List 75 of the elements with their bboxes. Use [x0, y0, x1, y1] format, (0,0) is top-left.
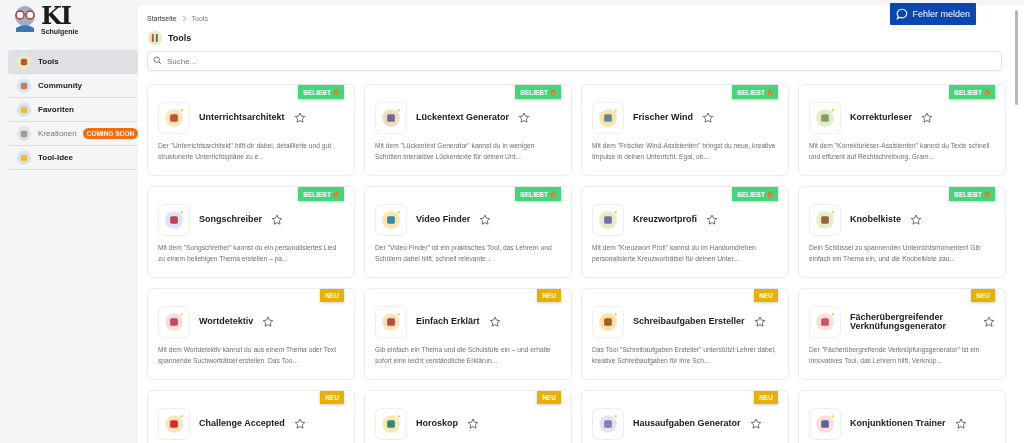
tool-icon	[163, 311, 185, 333]
tool-icon	[380, 107, 402, 129]
tool-icon	[597, 209, 619, 231]
sidebar-item[interactable]: Tools	[8, 50, 138, 74]
tool-title: Wortdetektiv	[199, 317, 254, 327]
tool-icon	[597, 107, 619, 129]
tool-icon	[380, 413, 402, 435]
nav-icon	[16, 125, 32, 142]
chevron-icon	[181, 15, 187, 22]
flame-icon	[550, 190, 556, 198]
tool-title: Challenge Accepted	[199, 419, 285, 429]
star-icon[interactable]	[910, 214, 922, 226]
flame-icon	[767, 190, 773, 198]
tool-title: Unterrichtsarchitekt	[199, 113, 285, 123]
search-field[interactable]: Suche...	[147, 51, 1002, 71]
tool-title: Knobelkiste	[850, 215, 901, 225]
tool-title: Songschreiber	[199, 215, 263, 225]
tool-icon	[814, 311, 836, 333]
tool-title: Kreuzwortprofi	[633, 215, 697, 225]
tool-title: Horoskop	[416, 419, 458, 429]
nav-icon	[16, 101, 32, 118]
nav-icon	[16, 53, 32, 70]
flame-icon	[984, 88, 990, 96]
tool-icon	[814, 413, 836, 435]
star-icon[interactable]	[488, 316, 501, 328]
report-error-button[interactable]: Fehler melden	[890, 3, 976, 25]
sidebar-item[interactable]: Favoriten	[8, 98, 138, 122]
tool-icon	[814, 107, 836, 129]
star-icon[interactable]	[467, 418, 479, 430]
tool-title: Schreibaufgaben Ersteller	[633, 317, 745, 327]
tool-card[interactable]: Konjunktionen Trainer	[798, 390, 1006, 443]
star-icon[interactable]	[954, 418, 967, 430]
tool-icon	[163, 413, 185, 435]
nav-icon	[16, 149, 32, 166]
flame-icon	[984, 190, 990, 198]
tool-icon	[163, 209, 185, 231]
star-icon[interactable]	[293, 418, 306, 430]
tool-icon	[380, 209, 402, 231]
star-icon[interactable]	[262, 316, 275, 328]
tool-title: Lückentext Generator	[416, 113, 510, 123]
logo-title: KI	[41, 4, 72, 28]
tools-icon	[147, 29, 163, 46]
tool-title: Frischer Wind	[633, 113, 693, 123]
tool-icon	[380, 311, 402, 333]
tool-title: Hausaufgaben Generator	[633, 419, 741, 429]
scrollbar-thumb[interactable]	[1015, 10, 1018, 105]
flame-icon	[333, 88, 339, 96]
star-icon[interactable]	[479, 214, 492, 226]
tool-icon	[597, 311, 619, 333]
star-icon[interactable]	[701, 112, 714, 124]
star-icon[interactable]	[271, 214, 284, 226]
tool-title: Korrekturleser	[850, 113, 913, 123]
star-icon[interactable]	[983, 316, 995, 328]
search-icon	[153, 56, 162, 65]
star-icon[interactable]	[293, 112, 306, 124]
page-title: Tools	[168, 32, 192, 43]
star-icon[interactable]	[921, 112, 934, 124]
sidebar-item[interactable]: Tool-Idee	[8, 146, 138, 170]
star-icon[interactable]	[518, 112, 531, 124]
chat-bubble-icon	[896, 8, 909, 20]
flame-icon	[767, 88, 773, 96]
tool-icon	[814, 209, 836, 231]
nav-icon	[16, 77, 32, 94]
star-icon[interactable]	[753, 316, 766, 328]
tool-icon	[597, 413, 619, 435]
tool-title: Einfach Erklärt	[416, 317, 480, 327]
tool-title: Video Finder	[416, 215, 471, 225]
tool-title: Fächerübergreifender Verknüfungsgenerator	[850, 312, 948, 332]
flame-icon	[333, 190, 339, 198]
flame-icon	[550, 88, 556, 96]
tool-icon	[163, 107, 185, 129]
star-icon[interactable]	[749, 418, 762, 430]
sidebar-item[interactable]: Community	[8, 74, 138, 98]
star-icon[interactable]	[706, 214, 718, 226]
tool-title: Konjunktionen Trainer	[850, 419, 946, 429]
